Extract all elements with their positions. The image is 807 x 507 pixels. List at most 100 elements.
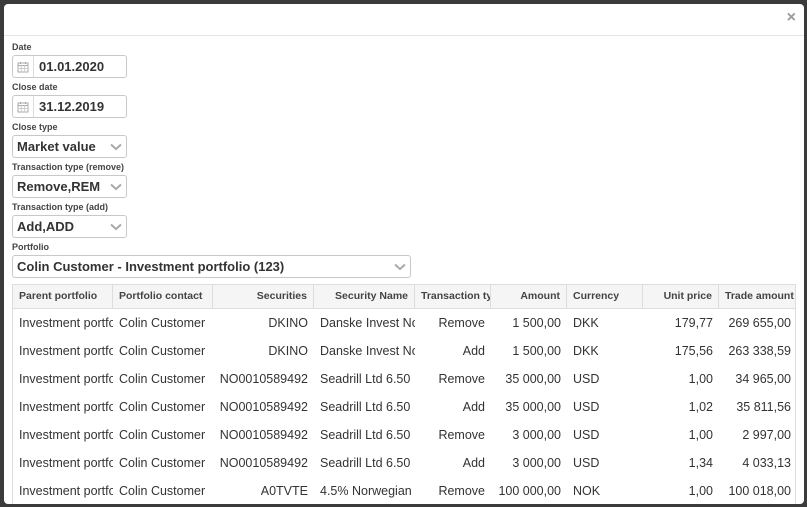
transaction-type-cell: Remove (438, 428, 485, 442)
table-row[interactable]: Investment portfolio Colin Customer DKINO D… (13, 337, 795, 365)
column-header-currency[interactable]: Currency (567, 285, 643, 308)
table-row[interactable]: Investment portfolio Colin Customer DKINO D… (13, 309, 795, 337)
security-name-cell: Seadrill Ltd 6.50 (320, 372, 411, 386)
parent-portfolio-cell: Investment portfolio (19, 372, 113, 386)
parent-portfolio-cell: Investment portfolio (19, 400, 113, 414)
calendar-icon[interactable] (13, 56, 34, 77)
parent-portfolio-cell: Investment portfolio (19, 344, 113, 358)
transaction-type-cell: Add (462, 456, 485, 470)
parent-portfolio-cell: Investment portfolio (19, 484, 113, 498)
amount-cell: 35 000,00 (505, 400, 561, 414)
transaction-type-cell: Remove (438, 484, 485, 498)
close-type-value: Market value (17, 139, 96, 154)
trade-amount-cell: 263 338,59 (728, 344, 791, 358)
unit-price-cell: 1,00 (688, 428, 713, 442)
grid-body: Investment portfolio Colin Customer DKINO D… (13, 309, 795, 504)
calendar-icon[interactable] (13, 96, 34, 117)
table-row[interactable]: Investment portfolio Colin Customer NO0010… (13, 365, 795, 393)
close-type-select[interactable]: Market value (12, 135, 127, 158)
amount-cell: 35 000,00 (505, 372, 561, 386)
security-name-cell: 4.5% Norwegian (320, 484, 412, 498)
modal-header: × (4, 4, 804, 36)
parent-portfolio-cell: Investment portfolio (19, 316, 113, 330)
security-name-cell: Seadrill Ltd 6.50 (320, 456, 411, 470)
portfolio-contact-cell: Colin Customer (119, 344, 206, 358)
transactions-grid: Parent portfolio Portfolio contact Secur… (12, 284, 796, 504)
transaction-type-cell: Remove (438, 372, 485, 386)
securities-cell: A0TVTE (260, 484, 308, 498)
amount-cell: 1 500,00 (512, 316, 561, 330)
parent-portfolio-cell: Investment portfolio (19, 428, 113, 442)
transaction-type-cell: Add (462, 400, 485, 414)
securities-cell: DKINO (268, 316, 308, 330)
portfolio-contact-cell: Colin Customer (119, 456, 206, 470)
date-field[interactable]: 01.01.2020 (12, 55, 127, 78)
security-name-cell: Danske Invest Norge (320, 344, 415, 358)
trade-amount-cell: 269 655,00 (728, 316, 791, 330)
column-header-security-name[interactable]: Security Name (314, 285, 415, 308)
unit-price-cell: 179,77 (674, 316, 713, 330)
transaction-type-add-value: Add,ADD (17, 219, 75, 234)
securities-cell: DKINO (268, 344, 308, 358)
unit-price-cell: 1,34 (688, 456, 713, 470)
unit-price-cell: 1,00 (688, 484, 713, 498)
amount-cell: 3 000,00 (512, 456, 561, 470)
chevron-down-icon (110, 223, 122, 230)
transaction-type-remove-label: Transaction type (remove) (12, 162, 125, 172)
column-header-amount[interactable]: Amount (491, 285, 567, 308)
security-name-cell: Danske Invest Norge (320, 316, 415, 330)
chevron-down-icon (110, 183, 122, 190)
chevron-down-icon (110, 143, 122, 150)
portfolio-contact-cell: Colin Customer (119, 484, 206, 498)
chevron-down-icon (394, 263, 406, 270)
column-header-parent-portfolio[interactable]: Parent portfolio (13, 285, 113, 308)
table-row[interactable]: Investment portfolio Colin Customer A0TVTE… (13, 477, 795, 504)
portfolio-contact-cell: Colin Customer (119, 316, 206, 330)
portfolio-value: Colin Customer - Investment portfolio (1… (17, 259, 285, 274)
unit-price-cell: 1,02 (688, 400, 713, 414)
column-header-trade-amount[interactable]: Trade amount (719, 285, 795, 308)
close-type-label: Close type (12, 122, 58, 132)
transaction-type-add-label: Transaction type (add) (12, 202, 109, 212)
portfolio-contact-cell: Colin Customer (119, 372, 206, 386)
unit-price-cell: 175,56 (674, 344, 713, 358)
security-name-cell: Seadrill Ltd 6.50 (320, 400, 411, 414)
column-header-transaction-type[interactable]: Transaction type (415, 285, 491, 308)
unit-price-cell: 1,00 (688, 372, 713, 386)
securities-cell: NO0010589492 (219, 400, 308, 414)
currency-cell: USD (573, 428, 600, 442)
close-form: Date 01.01.2020 Close date 31.12.2019 Cl… (4, 36, 804, 278)
transaction-type-remove-select[interactable]: Remove,REM (12, 175, 127, 198)
securities-cell: NO0010589492 (219, 456, 308, 470)
close-date-field[interactable]: 31.12.2019 (12, 95, 127, 118)
close-icon[interactable]: × (787, 10, 796, 26)
column-header-unit-price[interactable]: Unit price (643, 285, 719, 308)
close-date-value: 31.12.2019 (39, 99, 105, 114)
amount-cell: 100 000,00 (498, 484, 561, 498)
close-transactions-dialog: × Date 01.01.2020 Close date 31.12.2019 … (4, 4, 804, 504)
column-header-portfolio-contact[interactable]: Portfolio contact (113, 285, 213, 308)
parent-portfolio-cell: Investment portfolio (19, 456, 113, 470)
trade-amount-cell: 34 965,00 (735, 372, 791, 386)
portfolio-contact-cell: Colin Customer (119, 400, 206, 414)
date-label: Date (12, 42, 32, 52)
table-row[interactable]: Investment portfolio Colin Customer NO0010… (13, 393, 795, 421)
portfolio-contact-cell: Colin Customer (119, 428, 206, 442)
portfolio-select[interactable]: Colin Customer - Investment portfolio (1… (12, 255, 411, 278)
portfolio-label: Portfolio (12, 242, 49, 252)
securities-cell: NO0010589492 (219, 428, 308, 442)
trade-amount-cell: 2 997,00 (742, 428, 791, 442)
amount-cell: 3 000,00 (512, 428, 561, 442)
currency-cell: NOK (573, 484, 601, 498)
currency-cell: DKK (573, 344, 599, 358)
transaction-type-cell: Remove (438, 316, 485, 330)
trade-amount-cell: 4 033,13 (742, 456, 791, 470)
currency-cell: DKK (573, 316, 599, 330)
grid-header: Parent portfolio Portfolio contact Secur… (13, 285, 795, 309)
transaction-type-cell: Add (462, 344, 485, 358)
table-row[interactable]: Investment portfolio Colin Customer NO0010… (13, 421, 795, 449)
transaction-type-add-select[interactable]: Add,ADD (12, 215, 127, 238)
trade-amount-cell: 100 018,00 (728, 484, 791, 498)
table-row[interactable]: Investment portfolio Colin Customer NO0010… (13, 449, 795, 477)
column-header-securities[interactable]: Securities (213, 285, 314, 308)
